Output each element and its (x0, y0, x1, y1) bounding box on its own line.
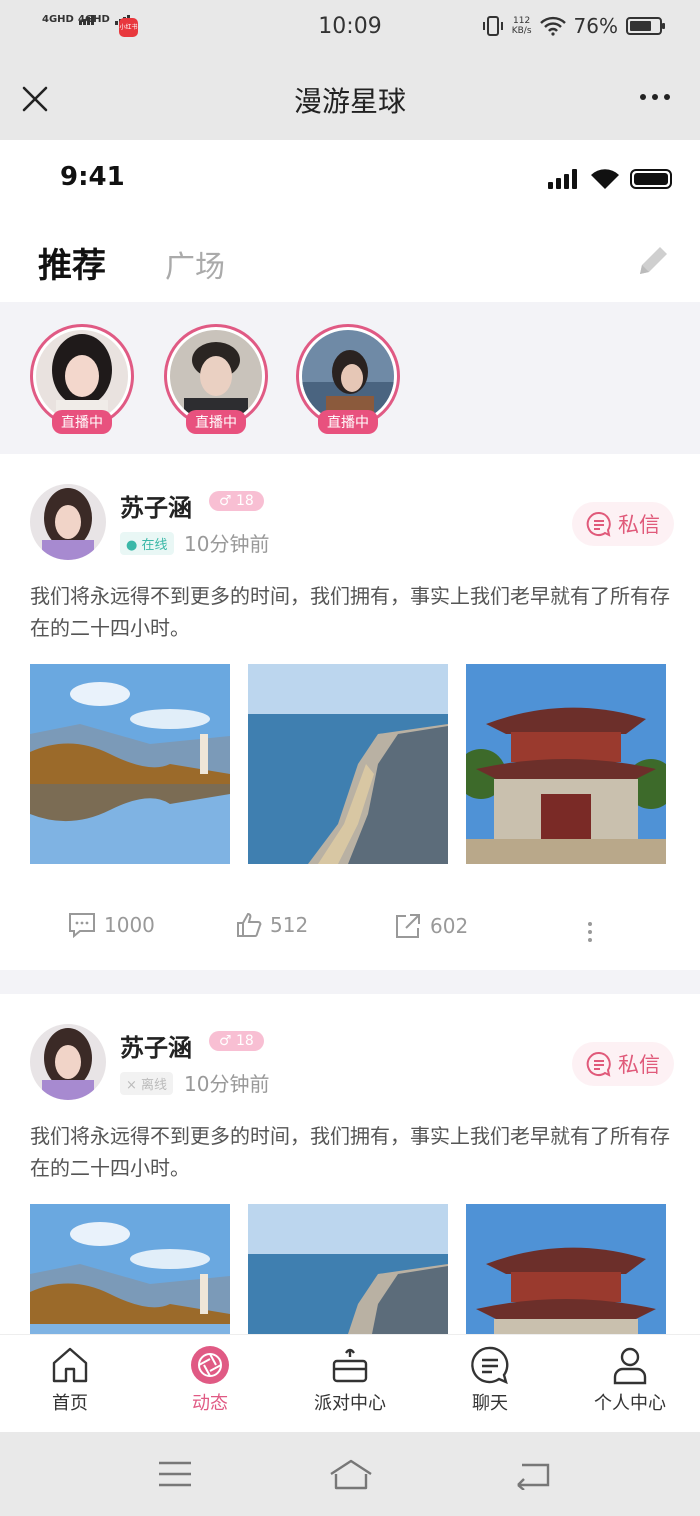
inner-wifi-icon (591, 169, 619, 189)
bottom-nav: 首页 动态 派对中心 聊天 个人中心 (0, 1334, 700, 1432)
status-text: 离线 (141, 1078, 168, 1093)
username[interactable]: 苏子涵 (120, 488, 192, 523)
aperture-icon (191, 1346, 229, 1384)
level-badge: ♂ 18 (209, 491, 264, 511)
nav-feed[interactable]: 动态 (140, 1345, 280, 1415)
photo-lake-pagoda[interactable] (30, 664, 230, 864)
menu-icon[interactable] (158, 1460, 192, 1488)
party-cake-icon (332, 1348, 368, 1383)
nav-profile[interactable]: 个人中心 (560, 1345, 700, 1415)
share-button[interactable]: 602 (394, 912, 468, 940)
message-icon (586, 511, 611, 537)
battery-percent: 76% (573, 14, 618, 38)
live-badge: 直播中 (186, 410, 246, 434)
nav-home-label: 首页 (52, 1393, 88, 1414)
nav-party-label: 派对中心 (314, 1393, 386, 1414)
feed-page[interactable]: 9:41 推荐 广场 直播中 直播中 直播中 苏子涵 ♂ 18 ● 在线 10分… (0, 140, 700, 1334)
message-button[interactable]: 私信 (572, 502, 674, 546)
like-count: 512 (270, 913, 309, 937)
inner-status-bar: 9:41 (0, 140, 700, 220)
tab-square[interactable]: 广场 (165, 242, 225, 286)
system-status-bar: 4GHD 4GHD 小红书 10:09 112 KB/s 76% (0, 0, 700, 56)
nav-feed-label: 动态 (192, 1393, 228, 1414)
avatar[interactable] (30, 1024, 106, 1100)
photo-coastal-town[interactable] (248, 664, 448, 864)
post-actions: 1000 512 602 (0, 912, 700, 952)
edit-icon[interactable] (634, 242, 672, 280)
photo-grid (30, 664, 666, 864)
live-badge: 直播中 (52, 410, 112, 434)
comment-icon (69, 913, 95, 938)
comment-count: 1000 (104, 913, 155, 937)
wifi-icon (539, 16, 566, 36)
photo-pavilion[interactable] (466, 1204, 666, 1334)
home-button-icon[interactable] (328, 1458, 374, 1490)
username[interactable]: 苏子涵 (120, 1028, 192, 1063)
photo-coastal-town[interactable] (248, 1204, 448, 1334)
cellular-icon (548, 169, 577, 189)
status-badge: ● 在线 (120, 532, 174, 555)
message-icon (586, 1051, 611, 1077)
vibrate-icon (482, 16, 503, 36)
share-count: 602 (430, 914, 469, 938)
nav-party[interactable]: 派对中心 (280, 1345, 420, 1415)
live-avatar-1[interactable]: 直播中 (30, 324, 134, 434)
live-stream-strip: 直播中 直播中 直播中 (0, 302, 700, 454)
photo-grid (30, 1204, 666, 1334)
live-avatar-3[interactable]: 直播中 (296, 324, 400, 434)
title-bar: 漫游星球 (0, 56, 700, 140)
post-time: 10分钟前 (184, 1072, 270, 1096)
level-badge: ♂ 18 (209, 1031, 264, 1051)
battery-icon (626, 17, 665, 35)
post-time: 10分钟前 (184, 532, 270, 556)
network-speed: 112 KB/s (512, 16, 532, 36)
nav-home[interactable]: 首页 (0, 1345, 140, 1415)
like-button[interactable]: 512 (236, 912, 308, 938)
post-card: 苏子涵 ♂ 18 ● 在线 10分钟前 私信 我们将永远得不到更多的时间，我们拥… (0, 454, 700, 970)
nav-profile-label: 个人中心 (594, 1393, 666, 1414)
home-icon (52, 1347, 88, 1383)
more-menu-icon[interactable] (640, 94, 670, 100)
post-more-icon[interactable] (588, 922, 592, 946)
network-speed-value: 112 (513, 16, 531, 26)
live-avatar-2[interactable]: 直播中 (164, 324, 268, 434)
live-badge: 直播中 (318, 410, 378, 434)
post-card: 苏子涵 ♂ 18 × 离线 10分钟前 私信 我们将永远得不到更多的时间，我们拥… (0, 994, 700, 1334)
post-text: 我们将永远得不到更多的时间，我们拥有，事实上我们老早就有了所有存在的二十四小时。 (30, 1124, 670, 1180)
tab-recommend[interactable]: 推荐 (38, 238, 106, 287)
message-button[interactable]: 私信 (572, 1042, 674, 1086)
inner-time: 9:41 (60, 162, 125, 192)
back-icon[interactable] (514, 1460, 550, 1490)
comment-button[interactable]: 1000 (68, 912, 155, 938)
app-title: 漫游星球 (293, 85, 406, 118)
system-nav-bar (0, 1432, 700, 1516)
thumbs-up-icon (237, 912, 262, 937)
status-text: 在线 (141, 538, 168, 553)
feed-tabs: 推荐 广场 (0, 220, 700, 302)
inner-battery-icon (630, 169, 672, 189)
nav-chat[interactable]: 聊天 (420, 1345, 560, 1415)
message-button-label: 私信 (618, 513, 660, 537)
message-button-label: 私信 (618, 1053, 660, 1077)
share-icon (396, 914, 420, 938)
status-badge: × 离线 (120, 1072, 174, 1095)
photo-lake-pagoda[interactable] (30, 1204, 230, 1334)
post-text: 我们将永远得不到更多的时间，我们拥有，事实上我们老早就有了所有存在的二十四小时。 (30, 584, 670, 640)
photo-pavilion[interactable] (466, 664, 666, 864)
chat-icon (471, 1346, 509, 1385)
avatar[interactable] (30, 484, 106, 560)
person-icon (613, 1347, 647, 1385)
nav-chat-label: 聊天 (472, 1393, 508, 1414)
network-speed-unit: KB/s (511, 26, 532, 36)
